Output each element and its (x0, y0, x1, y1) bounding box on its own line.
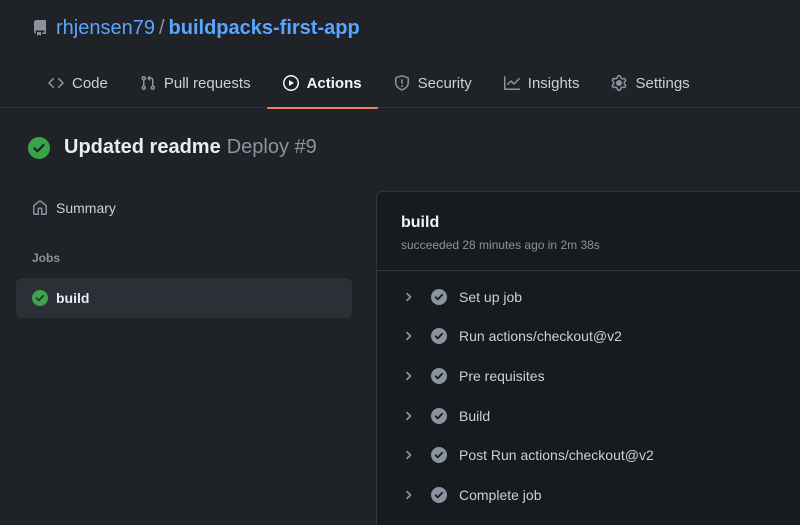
sidebar-job-build[interactable]: build (16, 278, 352, 318)
step-row[interactable]: Build (377, 396, 800, 436)
job-label: build (56, 290, 90, 306)
step-label: Build (459, 407, 491, 424)
run-commit-message: Updated readme (64, 136, 221, 158)
step-row[interactable]: Run actions/checkout@v2 (377, 317, 800, 357)
pull-request-icon (140, 75, 156, 91)
step-check-icon (431, 288, 447, 305)
shield-icon (394, 75, 410, 91)
step-check-icon (431, 407, 447, 424)
success-check-icon (32, 290, 48, 306)
sidebar-item-summary[interactable]: Summary (32, 200, 116, 216)
tab-label: Actions (306, 74, 362, 92)
tab-settings[interactable]: Settings (595, 58, 705, 108)
step-check-icon (431, 447, 447, 464)
chevron-right-icon (403, 489, 415, 501)
step-check-icon (431, 328, 447, 345)
step-row[interactable]: Complete job (377, 475, 800, 515)
repo-separator: / (158, 16, 165, 39)
tab-code[interactable]: Code (32, 58, 124, 108)
chevron-right-icon (403, 330, 415, 342)
tab-insights[interactable]: Insights (488, 58, 596, 108)
chevron-right-icon (403, 291, 415, 303)
summary-label: Summary (56, 200, 116, 216)
job-status-text: succeeded 28 minutes ago in 2m 38s (401, 238, 600, 252)
step-row[interactable]: Set up job (377, 277, 800, 317)
repo-header: rhjensen79 / buildpacks-first-app Code P… (0, 0, 800, 109)
tab-label: Code (72, 74, 108, 92)
step-check-icon (431, 486, 447, 503)
tab-label: Settings (635, 74, 690, 92)
repo-name-link[interactable]: buildpacks-first-app (169, 17, 360, 40)
success-check-icon (28, 136, 50, 159)
play-icon (282, 75, 299, 91)
chevron-right-icon (403, 370, 415, 382)
job-name: build (401, 214, 440, 231)
repo-owner-link[interactable]: rhjensen79 (56, 17, 155, 40)
tab-security[interactable]: Security (378, 58, 488, 108)
step-label: Pre requisites (459, 367, 545, 384)
chevron-right-icon (403, 410, 415, 422)
job-log-panel: build succeeded 28 minutes ago in 2m 38s… (376, 191, 800, 525)
graph-icon (503, 75, 520, 91)
home-icon (32, 200, 48, 216)
step-label: Post Run actions/checkout@v2 (459, 447, 654, 464)
chevron-right-icon (403, 449, 415, 461)
step-label: Complete job (459, 486, 542, 503)
tab-actions[interactable]: Actions (266, 58, 378, 109)
step-row[interactable]: Post Run actions/checkout@v2 (377, 435, 800, 475)
step-label: Set up job (459, 288, 523, 305)
run-title: Updated readme Deploy #9 (28, 136, 317, 159)
step-check-icon (431, 367, 447, 384)
gear-icon (611, 75, 627, 91)
tab-label: Pull requests (163, 74, 251, 92)
jobs-heading: Jobs (32, 251, 61, 265)
job-log-header: build succeeded 28 minutes ago in 2m 38s (377, 192, 800, 271)
code-icon (48, 75, 64, 91)
tab-label: Security (417, 74, 472, 92)
step-row[interactable]: Pre requisites (377, 356, 800, 396)
tab-pull-requests[interactable]: Pull requests (124, 58, 267, 108)
job-steps: Set up job Run actions/checkout@v2 Pre r… (377, 271, 800, 515)
run-workflow-label: Deploy #9 (226, 136, 317, 158)
repo-icon (32, 20, 48, 36)
tab-label: Insights (527, 74, 580, 92)
repo-tabs: Code Pull requests Actions Security Insi… (32, 58, 706, 109)
step-label: Run actions/checkout@v2 (459, 328, 622, 345)
repo-title: rhjensen79 / buildpacks-first-app (32, 16, 360, 40)
